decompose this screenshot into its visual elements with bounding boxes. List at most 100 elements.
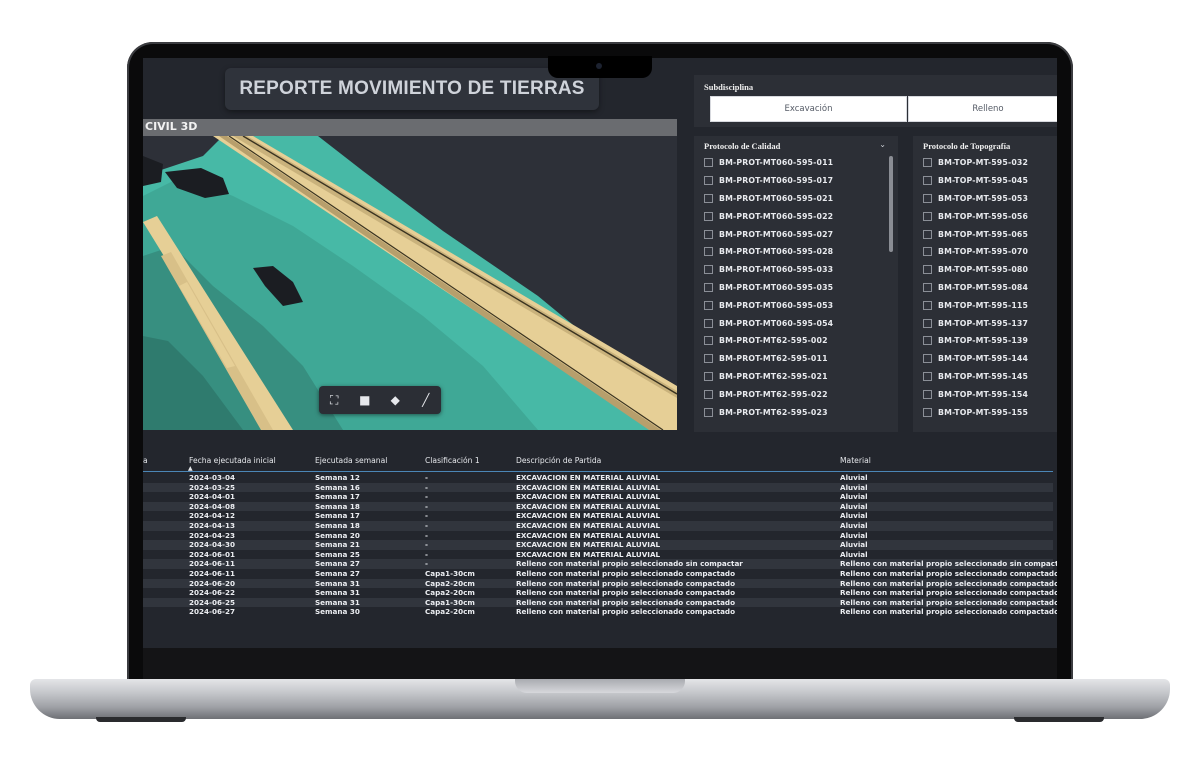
- checkbox[interactable]: [923, 389, 932, 399]
- column-header-descripcion[interactable]: Descripción de Partida: [516, 456, 601, 465]
- scrollbar[interactable]: [889, 156, 893, 252]
- list-item[interactable]: BM-PROT-MT62-595-011: [704, 350, 833, 368]
- checkbox[interactable]: [704, 354, 713, 364]
- table-row[interactable]: 2024-06-22 Semana 31 Capa2-20cm Relleno con…: [143, 588, 1057, 598]
- checkbox[interactable]: [923, 318, 932, 328]
- list-item[interactable]: BM-TOP-MT-595-080: [923, 261, 1028, 279]
- list-item[interactable]: BM-TOP-MT-595-065: [923, 225, 1028, 243]
- checkbox[interactable]: [923, 229, 932, 239]
- option-relleno[interactable]: Relleno: [908, 96, 1057, 122]
- checkbox[interactable]: [923, 336, 932, 346]
- table-row[interactable]: 2024-06-20 Semana 31 Capa2-20cm Relleno con…: [143, 578, 1057, 589]
- column-header-clasificacion[interactable]: Clasificación 1: [425, 456, 480, 465]
- table-row[interactable]: 2024-04-23 Semana 20 - EXCAVACION EN MATERI…: [143, 531, 1053, 541]
- table-cell: Relleno con material propio seleccionado…: [840, 568, 1057, 578]
- table-row[interactable]: 2024-03-25 Semana 16 - EXCAVACION EN MATERI…: [143, 482, 1053, 493]
- list-item[interactable]: BM-PROT-MT060-595-028: [704, 243, 833, 261]
- sort-ascending-icon[interactable]: ▲: [188, 465, 193, 472]
- table-row[interactable]: 2024-04-13 Semana 18 - EXCAVACION EN MATERI…: [143, 520, 1053, 531]
- list-item[interactable]: BM-TOP-MT-595-056: [923, 207, 1028, 225]
- list-item[interactable]: BM-PROT-MT060-595-053: [704, 296, 833, 314]
- table-row[interactable]: 2024-03-04 Semana 12 - EXCAVACION EN MATERI…: [143, 473, 1053, 483]
- table-row[interactable]: 2024-06-11 Semana 27 Capa1-30cm Relleno con…: [143, 568, 1057, 579]
- checkbox[interactable]: [704, 407, 713, 417]
- table-row[interactable]: 2024-06-25 Semana 31 Capa1-30cm Relleno con…: [143, 597, 1057, 608]
- checkbox[interactable]: [704, 211, 713, 221]
- checkbox[interactable]: [704, 176, 713, 186]
- list-item[interactable]: BM-PROT-MT060-595-054: [704, 314, 833, 332]
- table-row[interactable]: 2024-06-01 Semana 25 - EXCAVACION EN MATERI…: [143, 550, 1053, 560]
- checkbox[interactable]: [923, 300, 932, 310]
- list-item[interactable]: BM-PROT-MT060-595-017: [704, 172, 833, 190]
- option-excavacion[interactable]: Excavación: [710, 96, 907, 122]
- list-item[interactable]: BM-TOP-MT-595-154: [923, 385, 1028, 403]
- checkbox[interactable]: [704, 282, 713, 292]
- checkbox[interactable]: [704, 158, 713, 168]
- list-item[interactable]: BM-PROT-MT62-595-023: [704, 403, 833, 421]
- list-item[interactable]: BM-TOP-MT-595-144: [923, 350, 1028, 368]
- list-item[interactable]: BM-TOP-MT-595-155: [923, 403, 1028, 421]
- table-row[interactable]: 2024-04-01 Semana 17 - EXCAVACION EN MATERI…: [143, 492, 1053, 502]
- table-cell: Semana 27: [315, 568, 360, 578]
- column-header-semanal[interactable]: Ejecutada semanal: [315, 456, 387, 465]
- checkbox[interactable]: [704, 371, 713, 381]
- brush-icon[interactable]: ╱: [415, 389, 437, 411]
- table-cell: 2024-04-13: [189, 520, 235, 530]
- checkbox[interactable]: [704, 247, 713, 257]
- list-item[interactable]: BM-TOP-MT-595-137: [923, 314, 1028, 332]
- fullscreen-icon[interactable]: ⛶: [323, 389, 345, 411]
- list-item[interactable]: BM-PROT-MT060-595-033: [704, 261, 833, 279]
- list-item[interactable]: BM-PROT-MT060-595-035: [704, 279, 833, 297]
- checkbox[interactable]: [704, 389, 713, 399]
- table-cell: 2024-03-04: [189, 473, 235, 482]
- checkbox[interactable]: [923, 176, 932, 186]
- table-row[interactable]: 2024-06-11 Semana 27 - Relleno con material…: [143, 559, 1057, 569]
- checkbox[interactable]: [923, 193, 932, 203]
- civil3d-model-viewer[interactable]: ⛶ ■ ◆ ╱: [143, 136, 677, 430]
- list-item[interactable]: BM-PROT-MT62-595-021: [704, 368, 833, 386]
- table-row[interactable]: 2024-04-12 Semana 17 - EXCAVACION EN MATERI…: [143, 511, 1053, 521]
- list-item[interactable]: BM-PROT-MT62-595-022: [704, 385, 833, 403]
- list-item[interactable]: BM-TOP-MT-595-145: [923, 368, 1028, 386]
- chevron-down-icon[interactable]: ⌄: [879, 140, 886, 149]
- checkbox[interactable]: [923, 211, 932, 221]
- column-header-fecha[interactable]: Fecha ejecutada inicial: [189, 456, 276, 465]
- list-item[interactable]: BM-PROT-MT060-595-021: [704, 190, 833, 208]
- list-item[interactable]: BM-TOP-MT-595-115: [923, 296, 1028, 314]
- camera-icon[interactable]: ■: [354, 389, 376, 411]
- cube-icon[interactable]: ◆: [384, 389, 406, 411]
- list-item[interactable]: BM-TOP-MT-595-045: [923, 172, 1028, 190]
- checkbox[interactable]: [923, 282, 932, 292]
- checkbox[interactable]: [704, 265, 713, 275]
- checkbox[interactable]: [923, 354, 932, 364]
- checkbox[interactable]: [923, 247, 932, 257]
- table-cell: 2024-06-11: [189, 568, 235, 578]
- table-cell: EXCAVACION EN MATERIAL ALUVIAL: [516, 549, 661, 559]
- checkbox[interactable]: [704, 193, 713, 203]
- checkbox[interactable]: [704, 336, 713, 346]
- checkbox[interactable]: [704, 318, 713, 328]
- list-item[interactable]: BM-TOP-MT-595-032: [923, 154, 1028, 172]
- subdisciplina-title: Subdisciplina: [704, 82, 754, 92]
- table-header: a Fecha ejecutada inicial Ejecutada sema…: [143, 450, 1053, 472]
- table-row[interactable]: 2024-04-08 Semana 18 - EXCAVACION EN MATERI…: [143, 501, 1053, 512]
- list-item[interactable]: BM-PROT-MT62-595-002: [704, 332, 833, 350]
- checkbox[interactable]: [704, 229, 713, 239]
- checkbox[interactable]: [923, 407, 932, 417]
- list-item[interactable]: BM-TOP-MT-595-139: [923, 332, 1028, 350]
- checkbox[interactable]: [923, 265, 932, 275]
- checkbox[interactable]: [923, 158, 932, 168]
- list-item[interactable]: BM-TOP-MT-595-070: [923, 243, 1028, 261]
- list-item[interactable]: BM-TOP-MT-595-053: [923, 190, 1028, 208]
- table-row[interactable]: 2024-04-30 Semana 21 - EXCAVACION EN MATERI…: [143, 540, 1053, 550]
- table-row[interactable]: 2024-06-27 Semana 30 Capa2-20cm Relleno con…: [143, 607, 1057, 617]
- list-item[interactable]: BM-PROT-MT060-595-027: [704, 225, 833, 243]
- checkbox[interactable]: [923, 371, 932, 381]
- list-item[interactable]: BM-PROT-MT060-595-022: [704, 207, 833, 225]
- screen: REPORTE MOVIMIENTO DE TIERRAS CIVIL 3D ⛶…: [143, 58, 1057, 648]
- column-header[interactable]: a: [143, 456, 148, 465]
- list-item[interactable]: BM-PROT-MT060-595-011: [704, 154, 833, 172]
- column-header-material[interactable]: Material: [840, 456, 871, 465]
- checkbox[interactable]: [704, 300, 713, 310]
- list-item[interactable]: BM-TOP-MT-595-084: [923, 279, 1028, 297]
